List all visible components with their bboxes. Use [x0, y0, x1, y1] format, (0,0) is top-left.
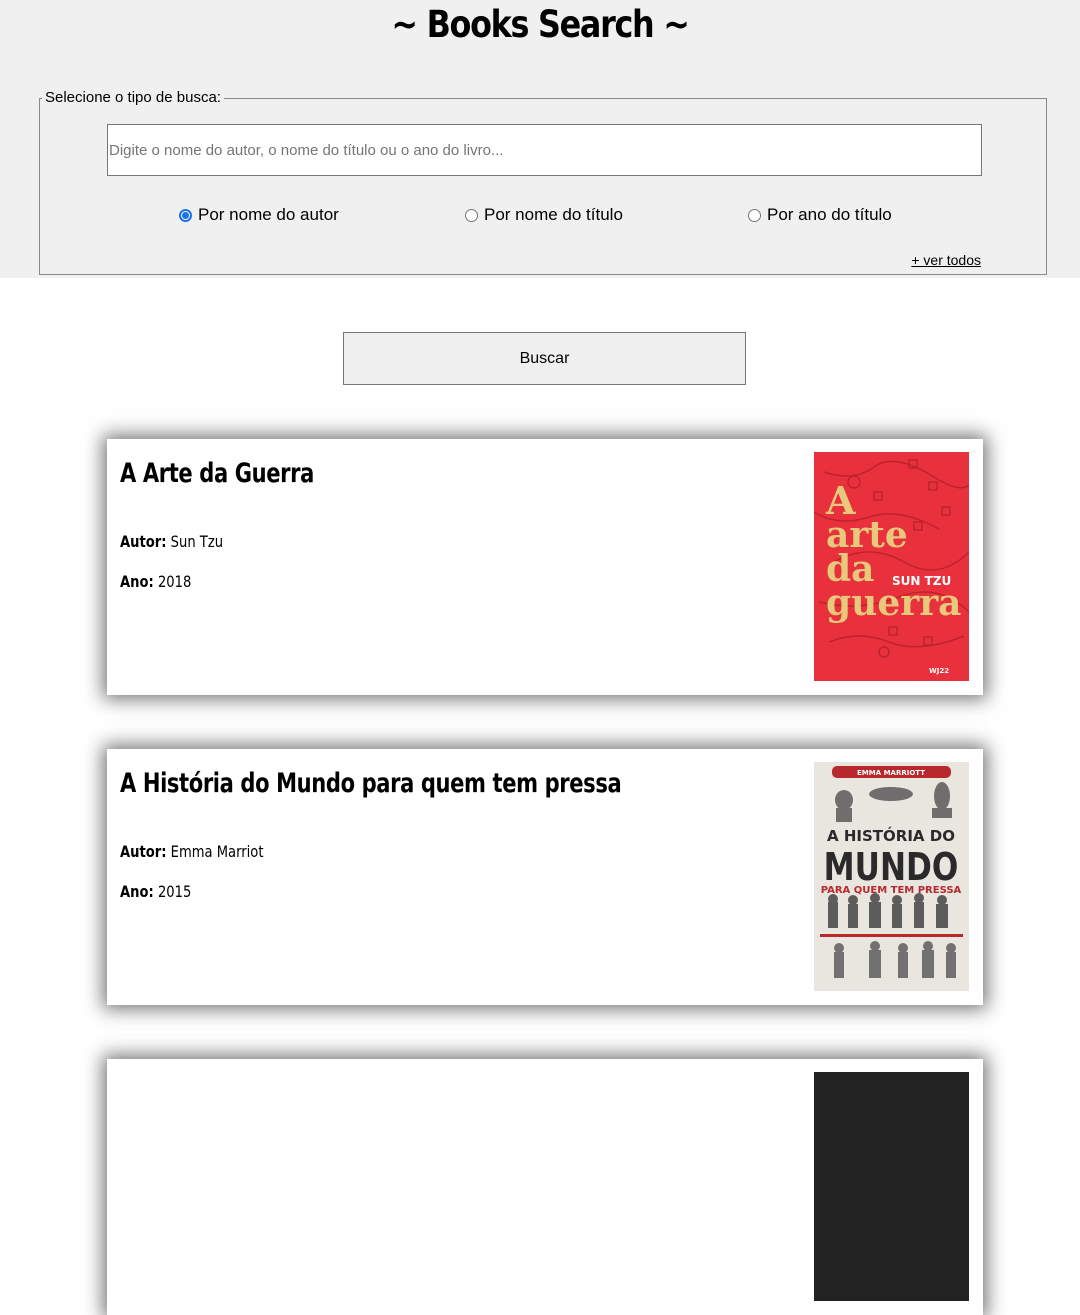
author-label: Autor: [120, 842, 167, 861]
book-cover-image [814, 1072, 969, 1301]
radio-title-label: Por nome do título [484, 205, 623, 224]
book-year: 2018 [157, 572, 192, 591]
book-card[interactable]: A História do Mundo para quem tem pressa… [107, 749, 983, 1005]
see-all-link[interactable]: + ver todos [911, 252, 981, 268]
book-year: 2015 [157, 882, 192, 901]
book-card[interactable]: A Arte da Guerra Autor: Sun Tzu Ano: 201… [107, 439, 983, 695]
page-title: ~ Books Search ~ [391, 3, 689, 46]
radio-author-circle[interactable] [179, 208, 192, 222]
book-author: Sun Tzu [170, 532, 224, 551]
radio-title[interactable]: Por nome do título [465, 205, 623, 225]
cover-line2: MUNDO [824, 846, 959, 890]
book-cover-image: A arte da guerra SUN TZU WJ22 [814, 452, 969, 681]
book-title: A Arte da Guerra [120, 458, 314, 489]
cover-author: SUN TZU [892, 574, 951, 588]
book-year-line: Ano: 2018 [120, 572, 191, 592]
cover-publisher: WJ22 [929, 667, 949, 675]
author-label: Autor: [120, 532, 167, 551]
cover-text-guerra: guerra [826, 582, 962, 624]
book-author-line: Autor: Sun Tzu [120, 532, 223, 552]
search-input[interactable] [107, 124, 982, 176]
search-type-fieldset: Selecione o tipo de busca: Por nome do a… [39, 89, 1047, 275]
search-button[interactable]: Buscar [343, 332, 746, 385]
search-type-legend: Selecione o tipo de busca: [45, 89, 221, 106]
book-cover-image: EMMA MARRIOTT A HISTÓRIA DO MUNDO PARA Q… [814, 762, 969, 991]
year-label: Ano: [120, 882, 154, 901]
cover-line3: PARA QUEM TEM PRESSA [821, 885, 962, 896]
book-author: Emma Marriot [170, 842, 264, 861]
book-year-line: Ano: 2015 [120, 882, 191, 902]
cover-author: EMMA MARRIOTT [857, 769, 925, 777]
cover-line1: A HISTÓRIA DO [827, 826, 955, 845]
book-card[interactable] [107, 1059, 983, 1315]
radio-year-label: Por ano do título [767, 205, 892, 224]
year-label: Ano: [120, 572, 154, 591]
radio-author-label: Por nome do autor [198, 205, 339, 224]
radio-title-circle[interactable] [465, 208, 478, 222]
radio-year[interactable]: Por ano do título [748, 205, 892, 225]
radio-author[interactable]: Por nome do autor [179, 205, 339, 225]
book-author-line: Autor: Emma Marriot [120, 842, 263, 862]
radio-year-circle[interactable] [748, 208, 761, 222]
book-title: A História do Mundo para quem tem pressa [120, 768, 622, 799]
